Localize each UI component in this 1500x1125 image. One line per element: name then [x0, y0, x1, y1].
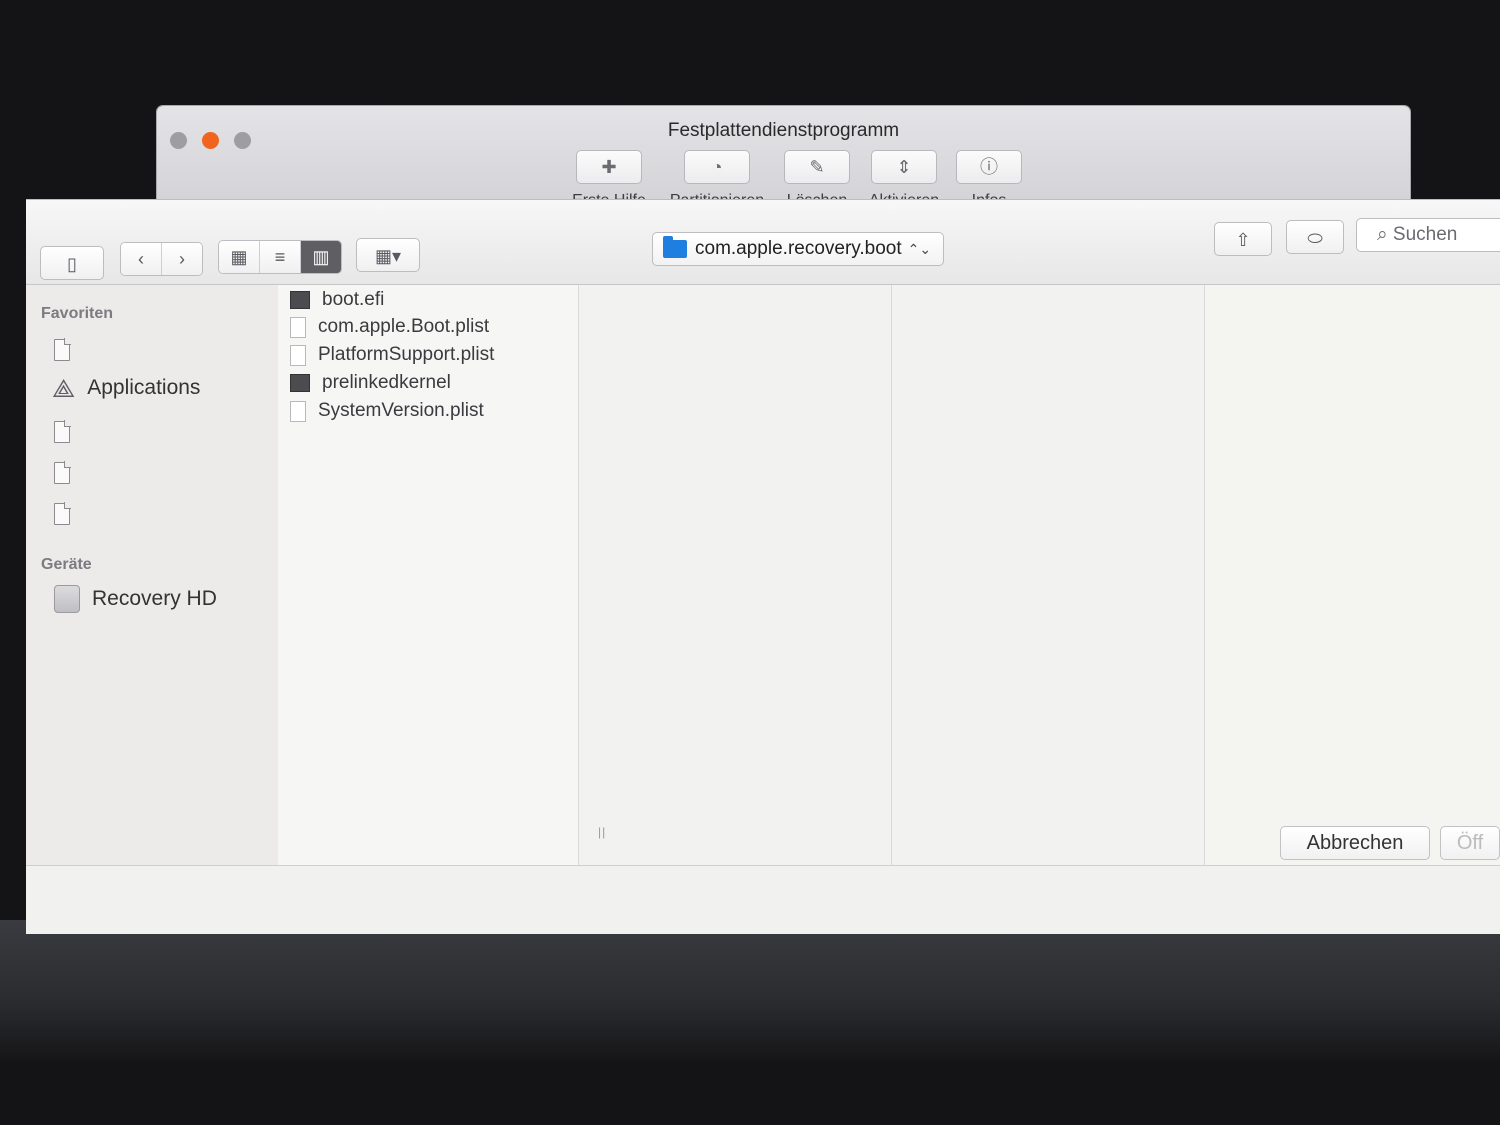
- sidebar-toggle-icon: ▯: [67, 254, 77, 274]
- back-forward-control: ‹ ›: [120, 242, 203, 276]
- document-icon: [290, 400, 306, 422]
- document-icon: [290, 316, 306, 338]
- search-placeholder: Suchen: [1392, 224, 1458, 245]
- file-item[interactable]: SystemVersion.plist: [290, 398, 484, 424]
- file-item[interactable]: boot.efi: [290, 287, 384, 313]
- open-button[interactable]: Öff: [1440, 826, 1500, 860]
- sidebar-item-document-2[interactable]: [54, 420, 71, 443]
- file-item[interactable]: prelinkedkernel: [290, 370, 451, 396]
- search-field[interactable]: ⌕ Suchen: [1356, 218, 1500, 252]
- file-name: com.apple.Boot.plist: [318, 316, 490, 337]
- document-icon: [54, 502, 71, 525]
- file-item[interactable]: PlatformSupport.plist: [290, 342, 494, 368]
- partition-icon: ◔: [684, 150, 750, 184]
- screen-background: [0, 920, 1500, 1060]
- sidebar-item-document-3[interactable]: [54, 461, 71, 484]
- file-item[interactable]: com.apple.Boot.plist: [290, 314, 489, 340]
- sidebar-item-document-4[interactable]: [54, 502, 71, 525]
- arrange-button[interactable]: ▦▾: [356, 238, 420, 272]
- hard-drive-icon: [54, 585, 80, 613]
- browser-column-2: [579, 285, 892, 865]
- first-aid-icon: ✚: [576, 150, 642, 184]
- browser-column-1: boot.efi com.apple.Boot.plist PlatformSu…: [278, 285, 579, 865]
- document-icon: [290, 344, 306, 366]
- file-name: SystemVersion.plist: [318, 400, 484, 421]
- document-icon: [54, 338, 71, 361]
- devices-header: Geräte: [41, 556, 92, 573]
- tag-button[interactable]: ⬭: [1286, 220, 1344, 254]
- sidebar-item-applications[interactable]: ⟁ Applications: [52, 375, 200, 401]
- path-label: com.apple.recovery.boot: [695, 238, 902, 259]
- panel-toolbar: ▯ ‹ › ▦ ≡ ▥ ▦▾ com.apple.recovery.boot ⌃…: [26, 200, 1500, 285]
- column-resize-handle[interactable]: ||: [598, 825, 606, 839]
- document-icon: [54, 420, 71, 443]
- file-name: PlatformSupport.plist: [318, 344, 495, 365]
- folder-icon: [663, 236, 687, 258]
- browser-column-4: [1205, 285, 1500, 865]
- file-name: prelinkedkernel: [322, 372, 451, 393]
- forward-icon[interactable]: ›: [162, 243, 202, 275]
- erase-icon: ✎: [784, 150, 850, 184]
- favorites-header: Favoriten: [41, 305, 114, 322]
- path-popup[interactable]: com.apple.recovery.boot ⌃⌄: [652, 232, 944, 266]
- cancel-button[interactable]: Abbrechen: [1280, 826, 1430, 860]
- window-title: Festplattendienstprogramm: [667, 120, 900, 141]
- chevron-updown-icon: ⌃⌄: [907, 240, 932, 257]
- search-icon: ⌕: [1377, 224, 1388, 245]
- view-mode-control: ▦ ≡ ▥: [218, 240, 342, 274]
- sidebar-item-label: Recovery HD: [92, 587, 217, 610]
- icon-view-icon[interactable]: ▦: [219, 241, 260, 273]
- arrange-icon: ▦▾: [374, 246, 402, 266]
- applications-icon: ⟁: [52, 373, 76, 403]
- share-button[interactable]: ⇧: [1214, 222, 1272, 256]
- sidebar-item-recovery-hd[interactable]: Recovery HD: [54, 585, 217, 613]
- sidebar-item-label: Applications: [87, 376, 201, 399]
- browser-column-3: [892, 285, 1205, 865]
- document-icon: [54, 461, 71, 484]
- mount-icon: ⇕: [871, 150, 937, 184]
- executable-icon: [290, 374, 310, 392]
- column-view-icon[interactable]: ▥: [301, 241, 341, 273]
- share-icon: ⇧: [1235, 230, 1251, 250]
- sidebar: Favoriten ⟁ Applications Geräte Recovery…: [26, 285, 278, 865]
- sidebar-toggle-button[interactable]: ▯: [40, 246, 104, 280]
- back-icon[interactable]: ‹: [121, 243, 162, 275]
- info-icon: ⓘ: [956, 150, 1022, 184]
- panel-bottom-bar: Abbrechen Öff: [26, 826, 1500, 934]
- tag-icon: ⬭: [1307, 228, 1323, 248]
- open-panel: ▯ ‹ › ▦ ≡ ▥ ▦▾ com.apple.recovery.boot ⌃…: [26, 200, 1500, 934]
- sidebar-item-document-1[interactable]: [54, 338, 71, 361]
- file-name: boot.efi: [322, 289, 385, 310]
- executable-icon: [290, 291, 310, 309]
- list-view-icon[interactable]: ≡: [260, 241, 301, 273]
